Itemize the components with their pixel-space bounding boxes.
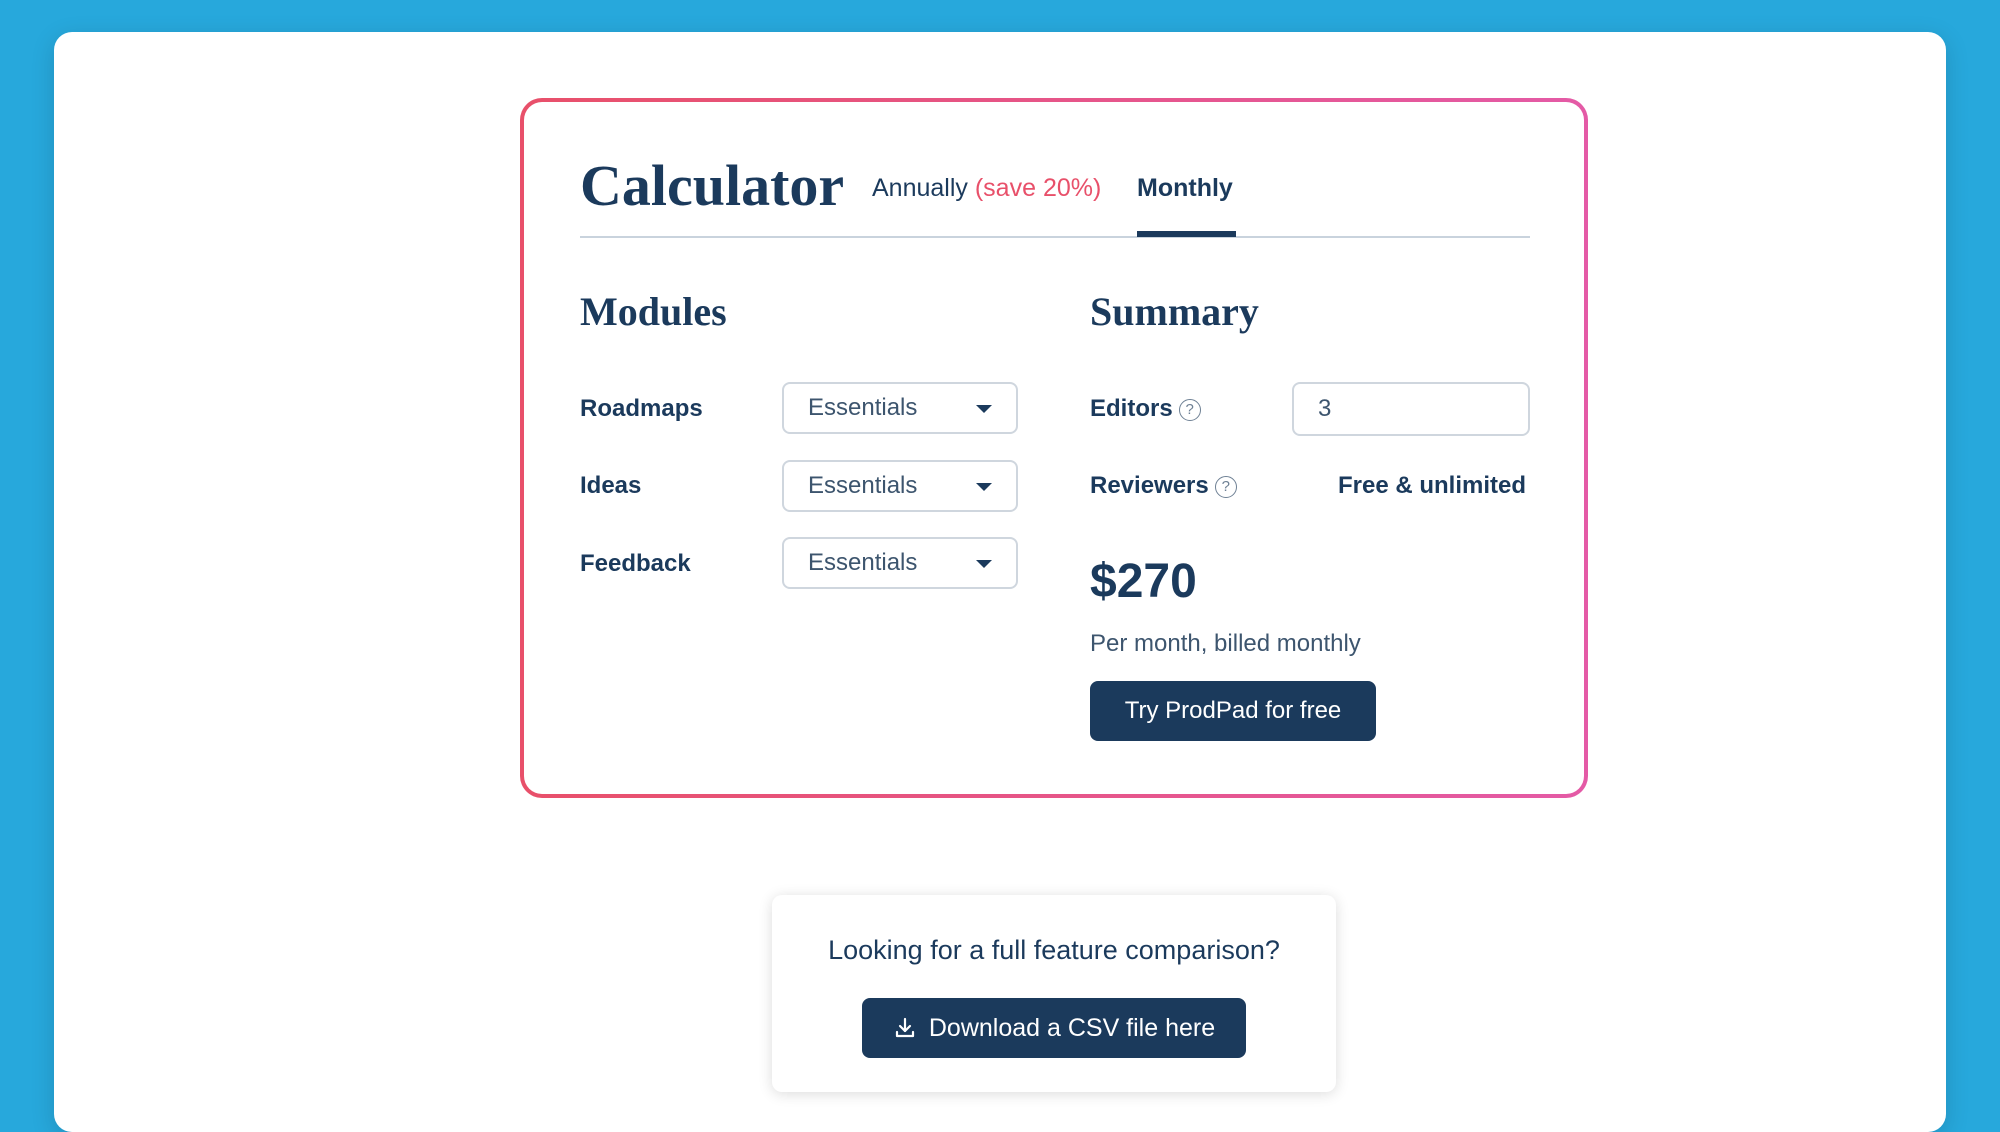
tabs-divider: [580, 236, 1530, 238]
roadmaps-label: Roadmaps: [580, 395, 703, 422]
roadmaps-select[interactable]: Essentials: [782, 382, 1018, 434]
content-panel: Calculator Annually (save 20%) Monthly M…: [54, 32, 1946, 1132]
question-circle-icon[interactable]: ?: [1214, 476, 1237, 498]
ideas-select[interactable]: Essentials: [782, 460, 1018, 512]
active-tab-indicator: [1137, 231, 1236, 237]
feature-comparison-card: Looking for a full feature comparison? D…: [772, 895, 1336, 1092]
summary-heading: Summary: [1090, 289, 1259, 334]
reviewers-label: Reviewers: [1090, 472, 1209, 499]
caret-down-icon: [976, 483, 992, 491]
billing-period: Per month, billed monthly: [1090, 630, 1361, 657]
download-csv-label: Download a CSV file here: [928, 1014, 1216, 1042]
comparison-text: Looking for a full feature comparison?: [828, 935, 1280, 965]
price: $270: [1090, 555, 1197, 608]
editors-label: Editors: [1090, 395, 1173, 422]
caret-down-icon: [976, 405, 992, 413]
download-csv-button[interactable]: Download a CSV file here: [862, 998, 1246, 1058]
feedback-select[interactable]: Essentials: [782, 537, 1018, 589]
calculator-title: Calculator: [580, 153, 845, 218]
question-circle-icon[interactable]: ?: [1178, 399, 1201, 421]
reviewers-value: Free & unlimited: [1337, 472, 1526, 499]
tab-monthly[interactable]: Monthly: [1137, 174, 1233, 203]
editors-input[interactable]: 3: [1292, 382, 1530, 436]
tab-annually-label: Annually: [872, 174, 968, 202]
reviewers-label-group: Reviewers?: [1090, 472, 1237, 500]
tab-annually-savings: (save 20%): [974, 174, 1102, 202]
editors-label-group: Editors?: [1090, 395, 1201, 423]
ideas-label: Ideas: [580, 472, 642, 499]
tab-annually[interactable]: Annually (save 20%): [872, 174, 1101, 203]
try-prodpad-button[interactable]: Try ProdPad for free: [1090, 681, 1376, 741]
caret-down-icon: [976, 560, 992, 568]
feedback-select-value: Essentials: [808, 549, 918, 576]
modules-heading: Modules: [580, 289, 727, 334]
ideas-select-value: Essentials: [808, 472, 918, 499]
feedback-label: Feedback: [580, 550, 691, 577]
download-icon: [895, 1017, 914, 1038]
calculator-card-inner: Calculator Annually (save 20%) Monthly M…: [524, 102, 1584, 794]
calculator-card: Calculator Annually (save 20%) Monthly M…: [520, 98, 1588, 798]
roadmaps-select-value: Essentials: [808, 394, 918, 421]
